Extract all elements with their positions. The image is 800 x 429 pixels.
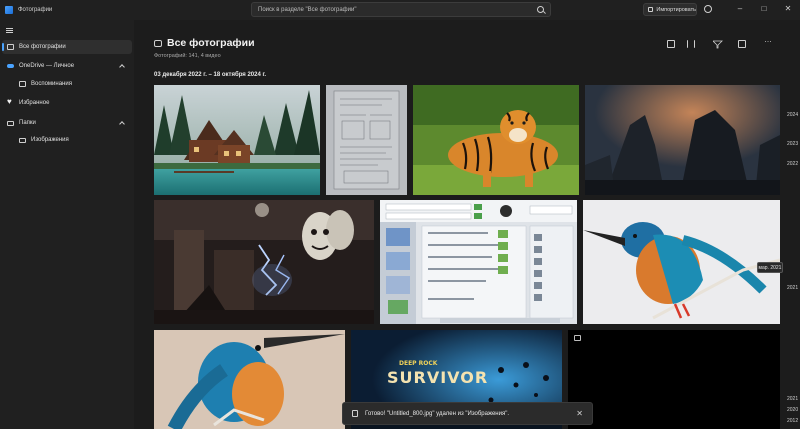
video-badge-icon bbox=[574, 335, 581, 341]
photos-icon bbox=[7, 44, 14, 50]
game-logo-big-text: SURVIVOR bbox=[387, 368, 489, 387]
cabin-lake-image bbox=[154, 85, 320, 195]
sidebar-item-images[interactable]: Изображения bbox=[2, 133, 132, 147]
page-title-text: Все фотографии bbox=[167, 37, 255, 49]
game-screenshot-image bbox=[154, 200, 374, 324]
date-range-header: 03 декабря 2022 г. – 18 октября 2024 г. bbox=[154, 72, 267, 78]
scrubber-year[interactable]: 2021 bbox=[787, 396, 798, 402]
sidebar-item-label: Изображения bbox=[31, 137, 69, 143]
scrubber-year[interactable]: 2021 bbox=[787, 285, 798, 291]
notification-toast: Готово! "Untitled_800.jpg" удален из "Из… bbox=[342, 402, 593, 425]
sidebar-item-label: Избранное bbox=[19, 100, 50, 106]
sidebar-item-label: Все фотографии bbox=[19, 44, 66, 50]
settings-gear-icon[interactable] bbox=[704, 5, 712, 13]
sort-icon[interactable] bbox=[687, 40, 695, 48]
photos-app-icon bbox=[5, 6, 13, 14]
close-button[interactable]: ✕ bbox=[781, 2, 795, 16]
filter-icon[interactable] bbox=[713, 40, 723, 49]
trash-icon bbox=[352, 410, 358, 417]
slideshow-icon[interactable] bbox=[667, 40, 675, 48]
scrubber-year[interactable]: 2023 bbox=[787, 141, 798, 147]
photo-kingfisher-1[interactable] bbox=[583, 200, 780, 324]
scrubber-date-tooltip: мар. 2021 bbox=[757, 262, 783, 273]
tiger-image bbox=[413, 85, 579, 195]
memories-icon bbox=[19, 81, 26, 87]
search-placeholder: Поиск в разделе "Все фотографии" bbox=[258, 6, 357, 13]
photo-cabin-lake[interactable] bbox=[154, 85, 320, 195]
photo-dark-fantasy[interactable] bbox=[585, 85, 780, 195]
hamburger-menu-icon[interactable] bbox=[6, 28, 13, 33]
import-button[interactable]: Импортировать bbox=[643, 3, 697, 16]
sidebar-item-favorites[interactable]: Избранное bbox=[2, 96, 132, 110]
import-icon bbox=[648, 7, 654, 12]
app-title: Фотографии bbox=[18, 7, 53, 13]
app-window-image bbox=[380, 200, 577, 324]
title-bar: Фотографии Поиск в разделе "Все фотограф… bbox=[0, 0, 800, 20]
onedrive-cloud-icon bbox=[7, 64, 14, 68]
maximize-button[interactable]: □ bbox=[757, 2, 771, 16]
sidebar-item-label: Папки bbox=[19, 120, 36, 126]
sidebar-item-onedrive[interactable]: OneDrive — Личное bbox=[2, 59, 132, 73]
search-icon[interactable] bbox=[537, 6, 544, 13]
chevron-up-icon[interactable] bbox=[119, 64, 125, 70]
view-options-icon[interactable] bbox=[738, 40, 746, 48]
game-logo-small-text: DEEP ROCK bbox=[399, 360, 438, 367]
scrubber-year[interactable]: 2022 bbox=[787, 161, 798, 167]
import-label: Импортировать bbox=[656, 6, 696, 13]
folder-icon bbox=[19, 137, 26, 143]
sidebar-item-all-photos[interactable]: Все фотографии bbox=[2, 40, 132, 54]
page-title: Все фотографии bbox=[154, 37, 255, 49]
photo-tiger[interactable] bbox=[413, 85, 579, 195]
document-scan-image bbox=[326, 85, 407, 195]
kingfisher-image bbox=[583, 200, 780, 324]
search-input[interactable]: Поиск в разделе "Все фотографии" bbox=[251, 2, 551, 17]
scrubber-year[interactable]: 2020 bbox=[787, 407, 798, 413]
sidebar-item-folders[interactable]: Папки bbox=[2, 116, 132, 130]
sidebar: Все фотографии OneDrive — Личное Воспоми… bbox=[0, 20, 134, 429]
photo-kingfisher-2[interactable] bbox=[154, 330, 345, 429]
sidebar-item-label: Воспоминания bbox=[31, 81, 72, 87]
photo-document-scan[interactable] bbox=[326, 85, 407, 195]
photo-black-video[interactable] bbox=[568, 330, 780, 429]
kingfisher-image bbox=[154, 330, 345, 429]
scrubber-year[interactable]: 2012 bbox=[787, 418, 798, 424]
minimize-button[interactable]: – bbox=[733, 2, 747, 16]
photo-count: Фотографий: 141, 4 видео bbox=[154, 53, 221, 59]
photo-game-screenshot[interactable] bbox=[154, 200, 374, 324]
heart-icon bbox=[7, 97, 14, 107]
more-options-icon[interactable]: … bbox=[764, 35, 772, 44]
dark-fantasy-image bbox=[585, 85, 780, 195]
chevron-up-icon[interactable] bbox=[119, 121, 125, 127]
toast-close-icon[interactable]: ✕ bbox=[576, 409, 583, 418]
photos-icon bbox=[154, 39, 162, 47]
folder-icon bbox=[7, 120, 14, 126]
toast-message: Готово! "Untitled_800.jpg" удален из "Из… bbox=[365, 410, 510, 417]
photo-app-window[interactable] bbox=[380, 200, 577, 324]
sidebar-item-label: OneDrive — Личное bbox=[19, 63, 75, 69]
sidebar-item-memories[interactable]: Воспоминания bbox=[2, 77, 132, 91]
scrubber-year[interactable]: 2024 bbox=[787, 112, 798, 118]
